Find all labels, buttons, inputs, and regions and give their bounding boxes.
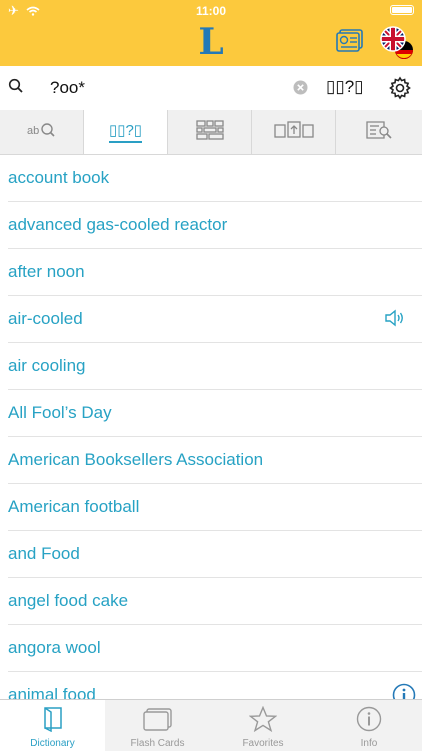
results-list: account book advanced gas-cooled reactor… [0, 155, 422, 718]
list-item[interactable]: angora wool [8, 625, 422, 672]
entry-text: angora wool [8, 638, 101, 657]
bottom-tab-bar: Dictionary Flash Cards Favorites Info [0, 699, 422, 751]
tab-dictionary[interactable]: Dictionary [0, 700, 105, 751]
speaker-icon[interactable] [384, 308, 406, 333]
entry-text: account book [8, 168, 110, 187]
list-item[interactable]: advanced gas-cooled reactor [8, 202, 422, 249]
list-item[interactable]: All Fool’s Day [8, 390, 422, 437]
entry-text: American Booksellers Association [8, 450, 264, 469]
entry-text: and Food [8, 544, 80, 563]
tab-favorites-label: Favorites [242, 738, 284, 749]
search-type-tabs: ab ▯▯?▯ [0, 110, 422, 155]
status-time: 11:00 [195, 4, 227, 18]
status-bar: ✈ ︎ 11:00 [0, 0, 422, 20]
entry-text: air cooling [8, 356, 86, 375]
star-icon [210, 706, 316, 732]
grid-icon [195, 119, 224, 145]
tab-flash-cards[interactable]: Flash Cards [105, 700, 210, 751]
list-item[interactable]: air-cooled [8, 296, 422, 343]
app-header: ✈ ︎ 11:00 L [0, 0, 422, 66]
tab-headword[interactable]: ab [0, 110, 84, 154]
entry-text: air-cooled [8, 309, 83, 328]
entry-text: angel food cake [8, 591, 129, 610]
tab-grid[interactable] [168, 110, 252, 154]
compare-icon [273, 120, 314, 145]
entry-text: All Fool’s Day [8, 403, 112, 422]
gear-icon[interactable] [388, 76, 412, 105]
language-flag-icon[interactable] [380, 26, 414, 65]
list-item[interactable]: angel food cake [8, 578, 422, 625]
tab-dictionary-label: Dictionary [30, 738, 75, 749]
tab-compare[interactable] [252, 110, 336, 154]
battery-icon [390, 5, 414, 15]
list-item[interactable]: after noon [8, 249, 422, 296]
fulltext-search-icon [364, 120, 394, 145]
svg-text:ab: ab [27, 125, 39, 137]
tab-wildcard[interactable]: ▯▯?▯ [84, 110, 168, 154]
tab-wildcard-label: ▯▯?▯ [108, 121, 143, 143]
clear-icon[interactable] [293, 80, 308, 100]
search-bar: ?oo* ▯▯?▯ [0, 66, 422, 111]
info-icon [316, 706, 422, 732]
entry-text: after noon [8, 262, 85, 281]
list-item[interactable]: account book [8, 155, 422, 202]
list-item[interactable]: air cooling [8, 343, 422, 390]
flash-cards-icon [105, 706, 210, 732]
list-item[interactable]: American football [8, 484, 422, 531]
search-input[interactable]: ?oo* [50, 78, 85, 98]
search-icon [8, 78, 24, 99]
tab-info[interactable]: Info [316, 700, 422, 751]
search-mode-button[interactable]: ▯▯?▯ [326, 77, 364, 97]
entry-text: American football [8, 497, 140, 516]
entry-text: advanced gas-cooled reactor [8, 215, 228, 234]
vocabulary-trainer-icon[interactable] [336, 28, 364, 57]
list-item[interactable]: American Booksellers Association [8, 437, 422, 484]
headword-search-icon: ab [27, 121, 57, 144]
list-item[interactable]: and Food [8, 531, 422, 578]
tab-info-label: Info [360, 738, 378, 749]
tab-fulltext[interactable] [336, 110, 422, 154]
book-icon [0, 706, 105, 732]
tab-favorites[interactable]: Favorites [210, 700, 316, 751]
tab-flash-cards-label: Flash Cards [130, 738, 185, 749]
